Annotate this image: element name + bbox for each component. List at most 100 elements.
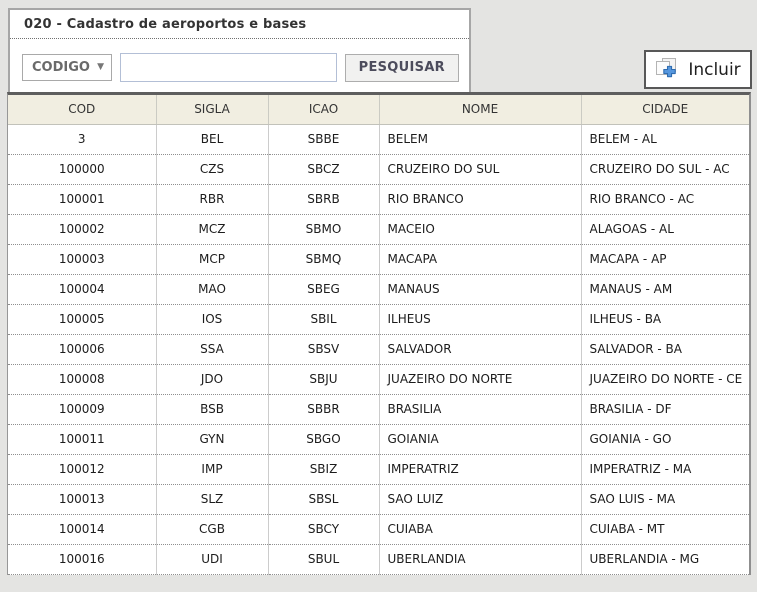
cell-icao: SBBE: [268, 124, 379, 154]
cell-nome: CUIABA: [379, 514, 581, 544]
cell-sigla: IOS: [156, 304, 268, 334]
cell-cod: 100014: [8, 514, 156, 544]
cell-cidade: CRUZEIRO DO SUL - AC: [581, 154, 749, 184]
cell-icao: SBCZ: [268, 154, 379, 184]
cell-cidade: ILHEUS - BA: [581, 304, 749, 334]
filter-type-dropdown[interactable]: CODIGO ▼: [22, 54, 112, 81]
cell-sigla: BSB: [156, 394, 268, 424]
airports-table-container: CODSIGLAICAONOMECIDADE 3 BEL SBBE BELEM …: [7, 92, 751, 575]
cell-icao: SBMQ: [268, 244, 379, 274]
airports-table: CODSIGLAICAONOMECIDADE 3 BEL SBBE BELEM …: [8, 95, 749, 575]
cell-cod: 100004: [8, 274, 156, 304]
cell-sigla: RBR: [156, 184, 268, 214]
table-row[interactable]: 100008 JDO SBJU JUAZEIRO DO NORTE JUAZEI…: [8, 364, 749, 394]
search-button[interactable]: PESQUISAR: [345, 54, 459, 82]
table-row[interactable]: 3 BEL SBBE BELEM BELEM - AL: [8, 124, 749, 154]
cell-icao: SBMO: [268, 214, 379, 244]
cell-cod: 100006: [8, 334, 156, 364]
cell-cidade: JUAZEIRO DO NORTE - CE: [581, 364, 749, 394]
column-header: ICAO: [268, 95, 379, 124]
cell-sigla: SLZ: [156, 484, 268, 514]
cell-icao: SBBR: [268, 394, 379, 424]
cell-icao: SBRB: [268, 184, 379, 214]
cell-cod: 100013: [8, 484, 156, 514]
table-row[interactable]: 100002 MCZ SBMO MACEIO ALAGOAS - AL: [8, 214, 749, 244]
cell-sigla: IMP: [156, 454, 268, 484]
cell-cidade: IMPERATRIZ - MA: [581, 454, 749, 484]
table-row[interactable]: 100001 RBR SBRB RIO BRANCO RIO BRANCO - …: [8, 184, 749, 214]
column-header: COD: [8, 95, 156, 124]
cell-nome: GOIANIA: [379, 424, 581, 454]
cell-sigla: CZS: [156, 154, 268, 184]
cell-cidade: UBERLANDIA - MG: [581, 544, 749, 574]
cell-icao: SBIZ: [268, 454, 379, 484]
search-controls: CODIGO ▼ PESQUISAR: [10, 39, 469, 94]
cell-cidade: BRASILIA - DF: [581, 394, 749, 424]
cell-icao: SBUL: [268, 544, 379, 574]
cell-cod: 100016: [8, 544, 156, 574]
table-row[interactable]: 100011 GYN SBGO GOIANIA GOIANIA - GO: [8, 424, 749, 454]
cell-nome: BRASILIA: [379, 394, 581, 424]
cell-sigla: MAO: [156, 274, 268, 304]
table-row[interactable]: 100006 SSA SBSV SALVADOR SALVADOR - BA: [8, 334, 749, 364]
cell-icao: SBJU: [268, 364, 379, 394]
cell-sigla: CGB: [156, 514, 268, 544]
column-header: SIGLA: [156, 95, 268, 124]
search-panel: 020 - Cadastro de aeroportos e bases COD…: [8, 8, 471, 96]
cell-cidade: SAO LUIS - MA: [581, 484, 749, 514]
incluir-button-label: Incluir: [688, 60, 740, 80]
cell-cidade: GOIANIA - GO: [581, 424, 749, 454]
cell-cidade: ALAGOAS - AL: [581, 214, 749, 244]
cell-sigla: UDI: [156, 544, 268, 574]
cell-cod: 100003: [8, 244, 156, 274]
cell-cidade: RIO BRANCO - AC: [581, 184, 749, 214]
table-row[interactable]: 100004 MAO SBEG MANAUS MANAUS - AM: [8, 274, 749, 304]
cell-cidade: MANAUS - AM: [581, 274, 749, 304]
table-row[interactable]: 100012 IMP SBIZ IMPERATRIZ IMPERATRIZ - …: [8, 454, 749, 484]
column-header: CIDADE: [581, 95, 749, 124]
table-row[interactable]: 100005 IOS SBIL ILHEUS ILHEUS - BA: [8, 304, 749, 334]
table-row[interactable]: 100016 UDI SBUL UBERLANDIA UBERLANDIA - …: [8, 544, 749, 574]
cell-sigla: GYN: [156, 424, 268, 454]
cell-icao: SBSL: [268, 484, 379, 514]
table-row[interactable]: 100014 CGB SBCY CUIABA CUIABA - MT: [8, 514, 749, 544]
cell-cod: 100002: [8, 214, 156, 244]
cell-nome: BELEM: [379, 124, 581, 154]
cell-nome: CRUZEIRO DO SUL: [379, 154, 581, 184]
cell-nome: IMPERATRIZ: [379, 454, 581, 484]
cell-icao: SBEG: [268, 274, 379, 304]
cell-nome: MANAUS: [379, 274, 581, 304]
cell-icao: SBIL: [268, 304, 379, 334]
cell-nome: SALVADOR: [379, 334, 581, 364]
cell-sigla: JDO: [156, 364, 268, 394]
cell-cod: 100011: [8, 424, 156, 454]
table-row[interactable]: 100009 BSB SBBR BRASILIA BRASILIA - DF: [8, 394, 749, 424]
cell-cod: 100000: [8, 154, 156, 184]
cell-cod: 3: [8, 124, 156, 154]
cell-nome: SAO LUIZ: [379, 484, 581, 514]
incluir-button[interactable]: Incluir: [644, 50, 752, 89]
table-header-row: CODSIGLAICAONOMECIDADE: [8, 95, 749, 124]
cell-cidade: CUIABA - MT: [581, 514, 749, 544]
cell-icao: SBGO: [268, 424, 379, 454]
cell-cidade: SALVADOR - BA: [581, 334, 749, 364]
cell-cod: 100005: [8, 304, 156, 334]
cell-nome: JUAZEIRO DO NORTE: [379, 364, 581, 394]
cell-cod: 100001: [8, 184, 156, 214]
cell-sigla: MCZ: [156, 214, 268, 244]
search-input[interactable]: [120, 53, 337, 82]
cell-cod: 100008: [8, 364, 156, 394]
cell-nome: MACEIO: [379, 214, 581, 244]
cell-nome: ILHEUS: [379, 304, 581, 334]
cell-cidade: MACAPA - AP: [581, 244, 749, 274]
cell-nome: UBERLANDIA: [379, 544, 581, 574]
table-row[interactable]: 100000 CZS SBCZ CRUZEIRO DO SUL CRUZEIRO…: [8, 154, 749, 184]
cell-sigla: MCP: [156, 244, 268, 274]
add-document-icon: [655, 58, 679, 81]
cell-icao: SBCY: [268, 514, 379, 544]
chevron-down-icon: ▼: [97, 63, 104, 72]
table-row[interactable]: 100003 MCP SBMQ MACAPA MACAPA - AP: [8, 244, 749, 274]
cell-cod: 100009: [8, 394, 156, 424]
table-row[interactable]: 100013 SLZ SBSL SAO LUIZ SAO LUIS - MA: [8, 484, 749, 514]
cell-nome: RIO BRANCO: [379, 184, 581, 214]
